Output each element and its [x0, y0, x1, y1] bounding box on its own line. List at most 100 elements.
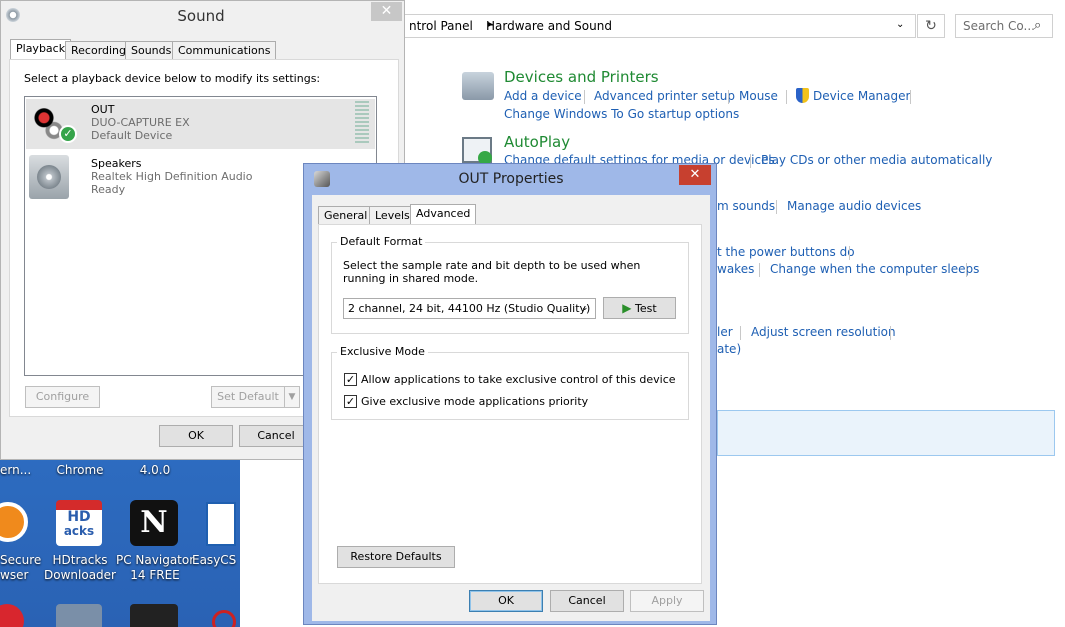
pc-navigator-icon[interactable]: N: [130, 500, 178, 546]
desktop-icon-label[interactable]: 4.0.0: [130, 463, 180, 478]
instruction-text: Select a playback device below to modify…: [24, 72, 321, 85]
sounds-link[interactable]: m sounds: [717, 199, 775, 213]
desktop-icon-label[interactable]: wser: [0, 568, 42, 583]
app-icon[interactable]: [130, 604, 178, 627]
hdtracks-icon-text: HD: [67, 509, 91, 525]
test-button-label: Test: [635, 302, 657, 315]
close-icon[interactable]: ✕: [371, 2, 402, 21]
devices-and-printers-heading[interactable]: Devices and Printers: [504, 68, 659, 86]
exclusive-mode-group: Exclusive Mode ✓ Allow applications to t…: [331, 345, 689, 420]
set-default-dropdown-icon[interactable]: ▼: [284, 386, 300, 408]
desktop-icon-label[interactable]: Downloader: [44, 568, 116, 583]
power-buttons-link[interactable]: t the power buttons do: [717, 245, 855, 259]
test-button[interactable]: ▶ Test: [603, 297, 676, 319]
chevron-down-icon[interactable]: ⌄: [896, 19, 904, 30]
tab-panel: Default Format Select the sample rate an…: [318, 224, 702, 584]
cancel-button[interactable]: Cancel: [550, 590, 624, 612]
set-default-button[interactable]: Set Default: [211, 386, 285, 408]
divider: [910, 90, 911, 104]
wakes-link[interactable]: wakes: [717, 262, 754, 276]
desktop-icon-label[interactable]: 14 FREE: [116, 568, 194, 583]
exclusive-priority-checkbox[interactable]: ✓: [344, 395, 357, 408]
format-select[interactable]: 2 channel, 24 bit, 44100 Hz (Studio Qual…: [343, 298, 596, 319]
divider: [966, 263, 967, 277]
computer-sleeps-link[interactable]: Change when the computer sleeps: [770, 262, 979, 276]
apply-button[interactable]: Apply: [630, 590, 704, 612]
desktop-icon-label[interactable]: EasyCS: [192, 553, 240, 568]
mouse-link[interactable]: Mouse: [739, 89, 778, 103]
ler-link[interactable]: ler: [717, 325, 733, 339]
desktop-icon-label[interactable]: PC Navigator: [116, 553, 194, 568]
easycs-icon[interactable]: [206, 502, 236, 546]
play-cds-link[interactable]: Play CDs or other media automatically: [761, 153, 992, 167]
divider: [849, 246, 850, 260]
default-format-group: Default Format Select the sample rate an…: [331, 235, 689, 334]
tab-sounds[interactable]: Sounds: [125, 41, 178, 60]
secure-browser-icon[interactable]: [0, 502, 28, 542]
exclusive-priority-label[interactable]: Give exclusive mode applications priorit…: [361, 395, 588, 408]
hdtracks-icon[interactable]: HD acks: [56, 500, 102, 546]
divider: [786, 90, 787, 104]
autoplay-heading[interactable]: AutoPlay: [504, 133, 570, 151]
close-icon[interactable]: ✕: [679, 165, 711, 185]
speaker-cone: [37, 165, 61, 189]
exclusive-mode-title: Exclusive Mode: [337, 345, 428, 358]
divider: [728, 90, 729, 104]
tab-communications[interactable]: Communications: [172, 41, 277, 60]
tab-general[interactable]: General: [318, 206, 374, 225]
printer-icon: [462, 72, 494, 100]
uac-shield-icon: [796, 88, 809, 103]
chevron-down-icon[interactable]: ⌄: [581, 303, 589, 313]
app-icon[interactable]: [0, 604, 24, 627]
desktop-icon-label[interactable]: ern...: [0, 463, 31, 478]
windows-to-go-link[interactable]: Change Windows To Go startup options: [504, 107, 739, 121]
device-name: Speakers: [91, 157, 142, 170]
divider: [776, 200, 777, 214]
divider: [890, 326, 891, 340]
app-icon[interactable]: [212, 610, 236, 627]
search-placeholder: Search Co...: [963, 19, 1035, 33]
app-icon[interactable]: [56, 604, 102, 627]
tab-levels[interactable]: Levels: [369, 206, 416, 225]
cancel-button[interactable]: Cancel: [239, 425, 313, 447]
list-item[interactable]: ✓ OUT DUO-CAPTURE EX Default Device: [26, 99, 375, 149]
add-a-device-link[interactable]: Add a device: [504, 89, 582, 103]
desktop-icon-label[interactable]: Chrome: [50, 463, 110, 478]
breadcrumb-hardware-sound[interactable]: Hardware and Sound: [486, 19, 612, 33]
default-format-description: Select the sample rate and bit depth to …: [343, 259, 641, 285]
tab-advanced[interactable]: Advanced: [410, 204, 477, 225]
exclusive-control-label[interactable]: Allow applications to take exclusive con…: [361, 373, 676, 386]
configure-button[interactable]: Configure: [25, 386, 100, 408]
breadcrumb-control-panel[interactable]: ntrol Panel: [409, 19, 473, 33]
manage-audio-devices-link[interactable]: Manage audio devices: [787, 199, 921, 213]
desktop-icon-label[interactable]: Secure: [0, 553, 42, 568]
hdtracks-icon-text: acks: [63, 524, 95, 538]
highlighted-category[interactable]: [717, 410, 1055, 456]
desktop-icon-label[interactable]: HDtracks: [44, 553, 116, 568]
divider: [740, 326, 741, 340]
divider: [584, 90, 585, 104]
window-title: Sound: [177, 7, 225, 25]
search-icon[interactable]: ⌕: [1034, 18, 1041, 33]
ok-button[interactable]: OK: [469, 590, 543, 612]
level-meter: [355, 101, 369, 145]
speaker-icon: [29, 155, 69, 199]
device-subtitle: Realtek High Definition Audio: [91, 170, 253, 183]
tab-recording[interactable]: Recording: [65, 41, 133, 60]
tab-playback[interactable]: Playback: [10, 39, 72, 60]
device-name: OUT: [91, 103, 115, 116]
adjust-screen-resolution-link[interactable]: Adjust screen resolution: [751, 325, 896, 339]
exclusive-control-checkbox[interactable]: ✓: [344, 373, 357, 386]
advanced-printer-setup-link[interactable]: Advanced printer setup: [594, 89, 735, 103]
refresh-icon[interactable]: ↻: [917, 14, 945, 38]
play-icon: ▶: [622, 301, 632, 315]
out-properties-dialog: OUT Properties ✕ General Levels Advanced…: [303, 163, 717, 625]
ok-button[interactable]: OK: [159, 425, 233, 447]
ate-link[interactable]: ate): [717, 342, 741, 356]
search-input[interactable]: Search Co... ⌕: [955, 14, 1053, 38]
checkmark-icon: ✓: [59, 125, 77, 143]
default-format-title: Default Format: [337, 235, 426, 248]
restore-defaults-button[interactable]: Restore Defaults: [337, 546, 455, 568]
device-status: Ready: [91, 183, 126, 196]
device-manager-link[interactable]: Device Manager: [813, 89, 910, 103]
